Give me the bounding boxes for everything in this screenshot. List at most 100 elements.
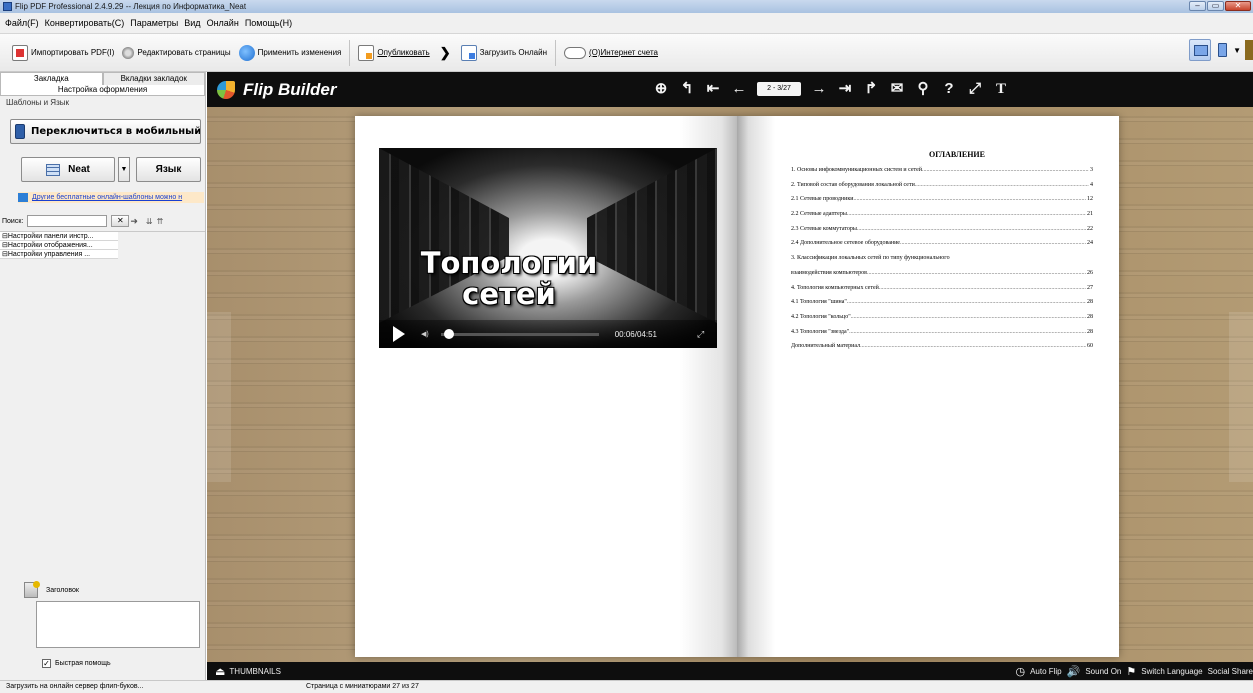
toc-row[interactable]: 4.3 Топология "звезда" 28 [791, 325, 1093, 340]
toc-title: 2.1 Сетевые проводники [791, 196, 854, 203]
next-page-area[interactable] [1229, 312, 1253, 482]
page-left[interactable]: Топологии сетей ◀) 00:06/04:51 ⤢ [355, 116, 737, 657]
maximize-button[interactable]: ▭ [1207, 1, 1224, 11]
video-progress-bar[interactable] [440, 328, 599, 339]
progress-knob[interactable] [443, 328, 454, 339]
mobile-view-button[interactable] [1215, 39, 1229, 61]
tab-bookmark-tabs[interactable]: Вкладки закладок [102, 72, 205, 85]
menu-help[interactable]: Помощь(H) [242, 18, 295, 28]
bottom-controls: ◷ Auto Flip 🔊 Sound On ⚑ Switch Language… [1015, 662, 1253, 680]
search-icon[interactable]: ⚲ [915, 77, 931, 101]
import-pdf-button[interactable]: Импортировать PDF(I) [8, 39, 118, 67]
tab-bookmark[interactable]: Закладка [0, 72, 103, 85]
auto-flip-button[interactable]: Auto Flip [1030, 667, 1062, 676]
sound-button[interactable]: Sound On [1085, 667, 1121, 676]
toc-row[interactable]: взаимодействия компьютеров 26 [791, 266, 1093, 281]
chevron-down-icon[interactable]: ▼ [1233, 46, 1241, 55]
tree-toolbar-settings[interactable]: ⊟Настройки панели инстр... [0, 232, 118, 241]
menu-file[interactable]: Файл(F) [2, 18, 42, 28]
import-pdf-label: Импортировать PDF(I) [31, 48, 115, 57]
minimize-button[interactable]: ‒ [1189, 1, 1206, 11]
mobile-mode-button[interactable]: Переключиться в мобильный режим [10, 119, 201, 144]
toc-page: 26 [1087, 269, 1093, 276]
toc-row[interactable]: 2.2 Сетевые адаптеры 21 [791, 207, 1093, 222]
toc-leader [847, 295, 1086, 310]
publish-button[interactable]: Опубликовать [354, 39, 433, 67]
toc-row[interactable]: 4.1 Топология "шина" 28 [791, 295, 1093, 310]
online-account-label: (O)Интернет счета [589, 48, 658, 57]
video-title: Топологии сетей [419, 248, 599, 310]
desktop-view-button[interactable] [1189, 39, 1212, 61]
menu-online[interactable]: Онлайн [204, 18, 242, 28]
search-label: Поиск: [2, 217, 24, 225]
menu-settings[interactable]: Параметры [127, 18, 181, 28]
header-icon [24, 581, 40, 598]
quick-help-checkbox[interactable]: ✓ [42, 659, 51, 668]
tree-display-settings[interactable]: ⊟Настройки отображения... [0, 241, 118, 250]
social-share-button[interactable]: Social Share [1208, 667, 1253, 676]
toc-page: 60 [1087, 343, 1093, 350]
toc-row[interactable]: 3. Классификация локальных сетей по типу… [791, 251, 1093, 266]
menu-convert[interactable]: Конвертировать(C) [42, 18, 128, 28]
book: Топологии сетей ◀) 00:06/04:51 ⤢ ОГЛАВЛЕ… [355, 116, 1119, 657]
toc-row[interactable]: 2.3 Сетевые коммутаторы 22 [791, 222, 1093, 237]
toc-row[interactable]: 2.1 Сетевые проводники 12 [791, 192, 1093, 207]
viewer-bottom-bar: ⏏ THUMBNAILS ◷ Auto Flip 🔊 Sound On ⚑ Sw… [207, 662, 1253, 680]
apply-changes-label: Применить изменения [257, 48, 342, 57]
first-page-icon[interactable]: ⇤ [705, 77, 721, 101]
toc-title: 4.2 Топология "кольцо" [791, 313, 851, 320]
template-button[interactable]: Neat [21, 157, 115, 182]
free-templates-link[interactable]: Другие бесплатные онлайн-шаблоны можно н [32, 194, 182, 201]
menu-view[interactable]: Вид [181, 18, 203, 28]
extra-toolbar-icon[interactable] [1245, 40, 1253, 60]
toc-row[interactable]: 2. Типовой состав оборудования локальной… [791, 178, 1093, 193]
previous-page-icon[interactable]: ← [731, 77, 747, 101]
view-mode-controls: ▼ [1189, 39, 1253, 61]
page-right[interactable]: ОГЛАВЛЕНИЕ 1. Основы инфокоммуникационны… [737, 116, 1119, 657]
toc-page: 12 [1087, 196, 1093, 203]
expand-icon[interactable]: ⤢ [697, 329, 704, 340]
apply-changes-button[interactable]: Применить изменения [235, 39, 346, 67]
toc-row[interactable]: Дополнительный материал 60 [791, 339, 1093, 354]
header-row: Заголовок [24, 581, 206, 598]
search-row: Поиск: ✕ ➜ ⇊ ⇈ [2, 215, 205, 227]
mobile-mode-label: Переключиться в мобильный режим [31, 126, 201, 137]
share-icon[interactable]: ↱ [863, 77, 879, 101]
page-indicator[interactable]: 2 - 3/27 [757, 82, 801, 96]
video-title-line1: Топологии [420, 246, 598, 280]
zoom-in-icon[interactable]: ⊕ [653, 77, 669, 101]
language-button[interactable]: Язык [136, 157, 201, 182]
help-icon[interactable]: ? [941, 77, 957, 101]
email-icon[interactable]: ✉ [889, 77, 905, 101]
video-player[interactable]: Топологии сетей ◀) 00:06/04:51 ⤢ [379, 148, 717, 348]
template-dropdown[interactable]: ▼ [118, 157, 130, 182]
toc-row[interactable]: 4. Топология компьютерных сетей 27 [791, 281, 1093, 296]
video-controls: ◀) 00:06/04:51 ⤢ [379, 320, 717, 348]
thumbnails-button[interactable]: ⏏ THUMBNAILS [215, 665, 281, 678]
toc-row[interactable]: 2.4 Дополнительное сетевое оборудование 2… [791, 236, 1093, 251]
online-account-button[interactable]: (O)Интернет счета [560, 39, 662, 67]
sort-ascending-icon[interactable]: ⇈ [157, 217, 164, 226]
last-page-icon[interactable]: ⇥ [837, 77, 853, 101]
play-icon[interactable] [393, 326, 405, 342]
chevron-right-icon: ❯ [439, 44, 451, 60]
text-icon[interactable]: T [993, 77, 1009, 101]
edit-pages-button[interactable]: Редактировать страницы [118, 39, 234, 67]
left-panel: Закладка Вкладки закладок Настройка офор… [0, 72, 206, 680]
fullscreen-icon[interactable]: ⤢ [967, 77, 983, 101]
next-page-icon[interactable]: → [811, 77, 827, 101]
sort-descending-icon[interactable]: ⇊ [146, 217, 153, 226]
search-input[interactable] [27, 215, 108, 227]
volume-icon[interactable]: ◀) [421, 330, 429, 338]
toc-row[interactable]: 4.2 Топология "кольцо" 28 [791, 310, 1093, 325]
search-arrow-icon[interactable]: ➜ [130, 216, 138, 227]
switch-language-button[interactable]: Switch Language [1141, 667, 1202, 676]
toc-row[interactable]: 1. Основы инфокоммуникационных систем и … [791, 163, 1093, 178]
previous-page-area[interactable] [207, 312, 231, 482]
upload-online-button[interactable]: Загрузить Онлайн [457, 39, 551, 67]
close-button[interactable]: ✕ [1225, 1, 1251, 11]
header-textarea[interactable] [36, 601, 200, 648]
undo-icon[interactable]: ↰ [679, 77, 695, 101]
clear-search-button[interactable]: ✕ [111, 215, 130, 227]
tree-control-settings[interactable]: ⊟Настройки управления ... [0, 250, 118, 259]
